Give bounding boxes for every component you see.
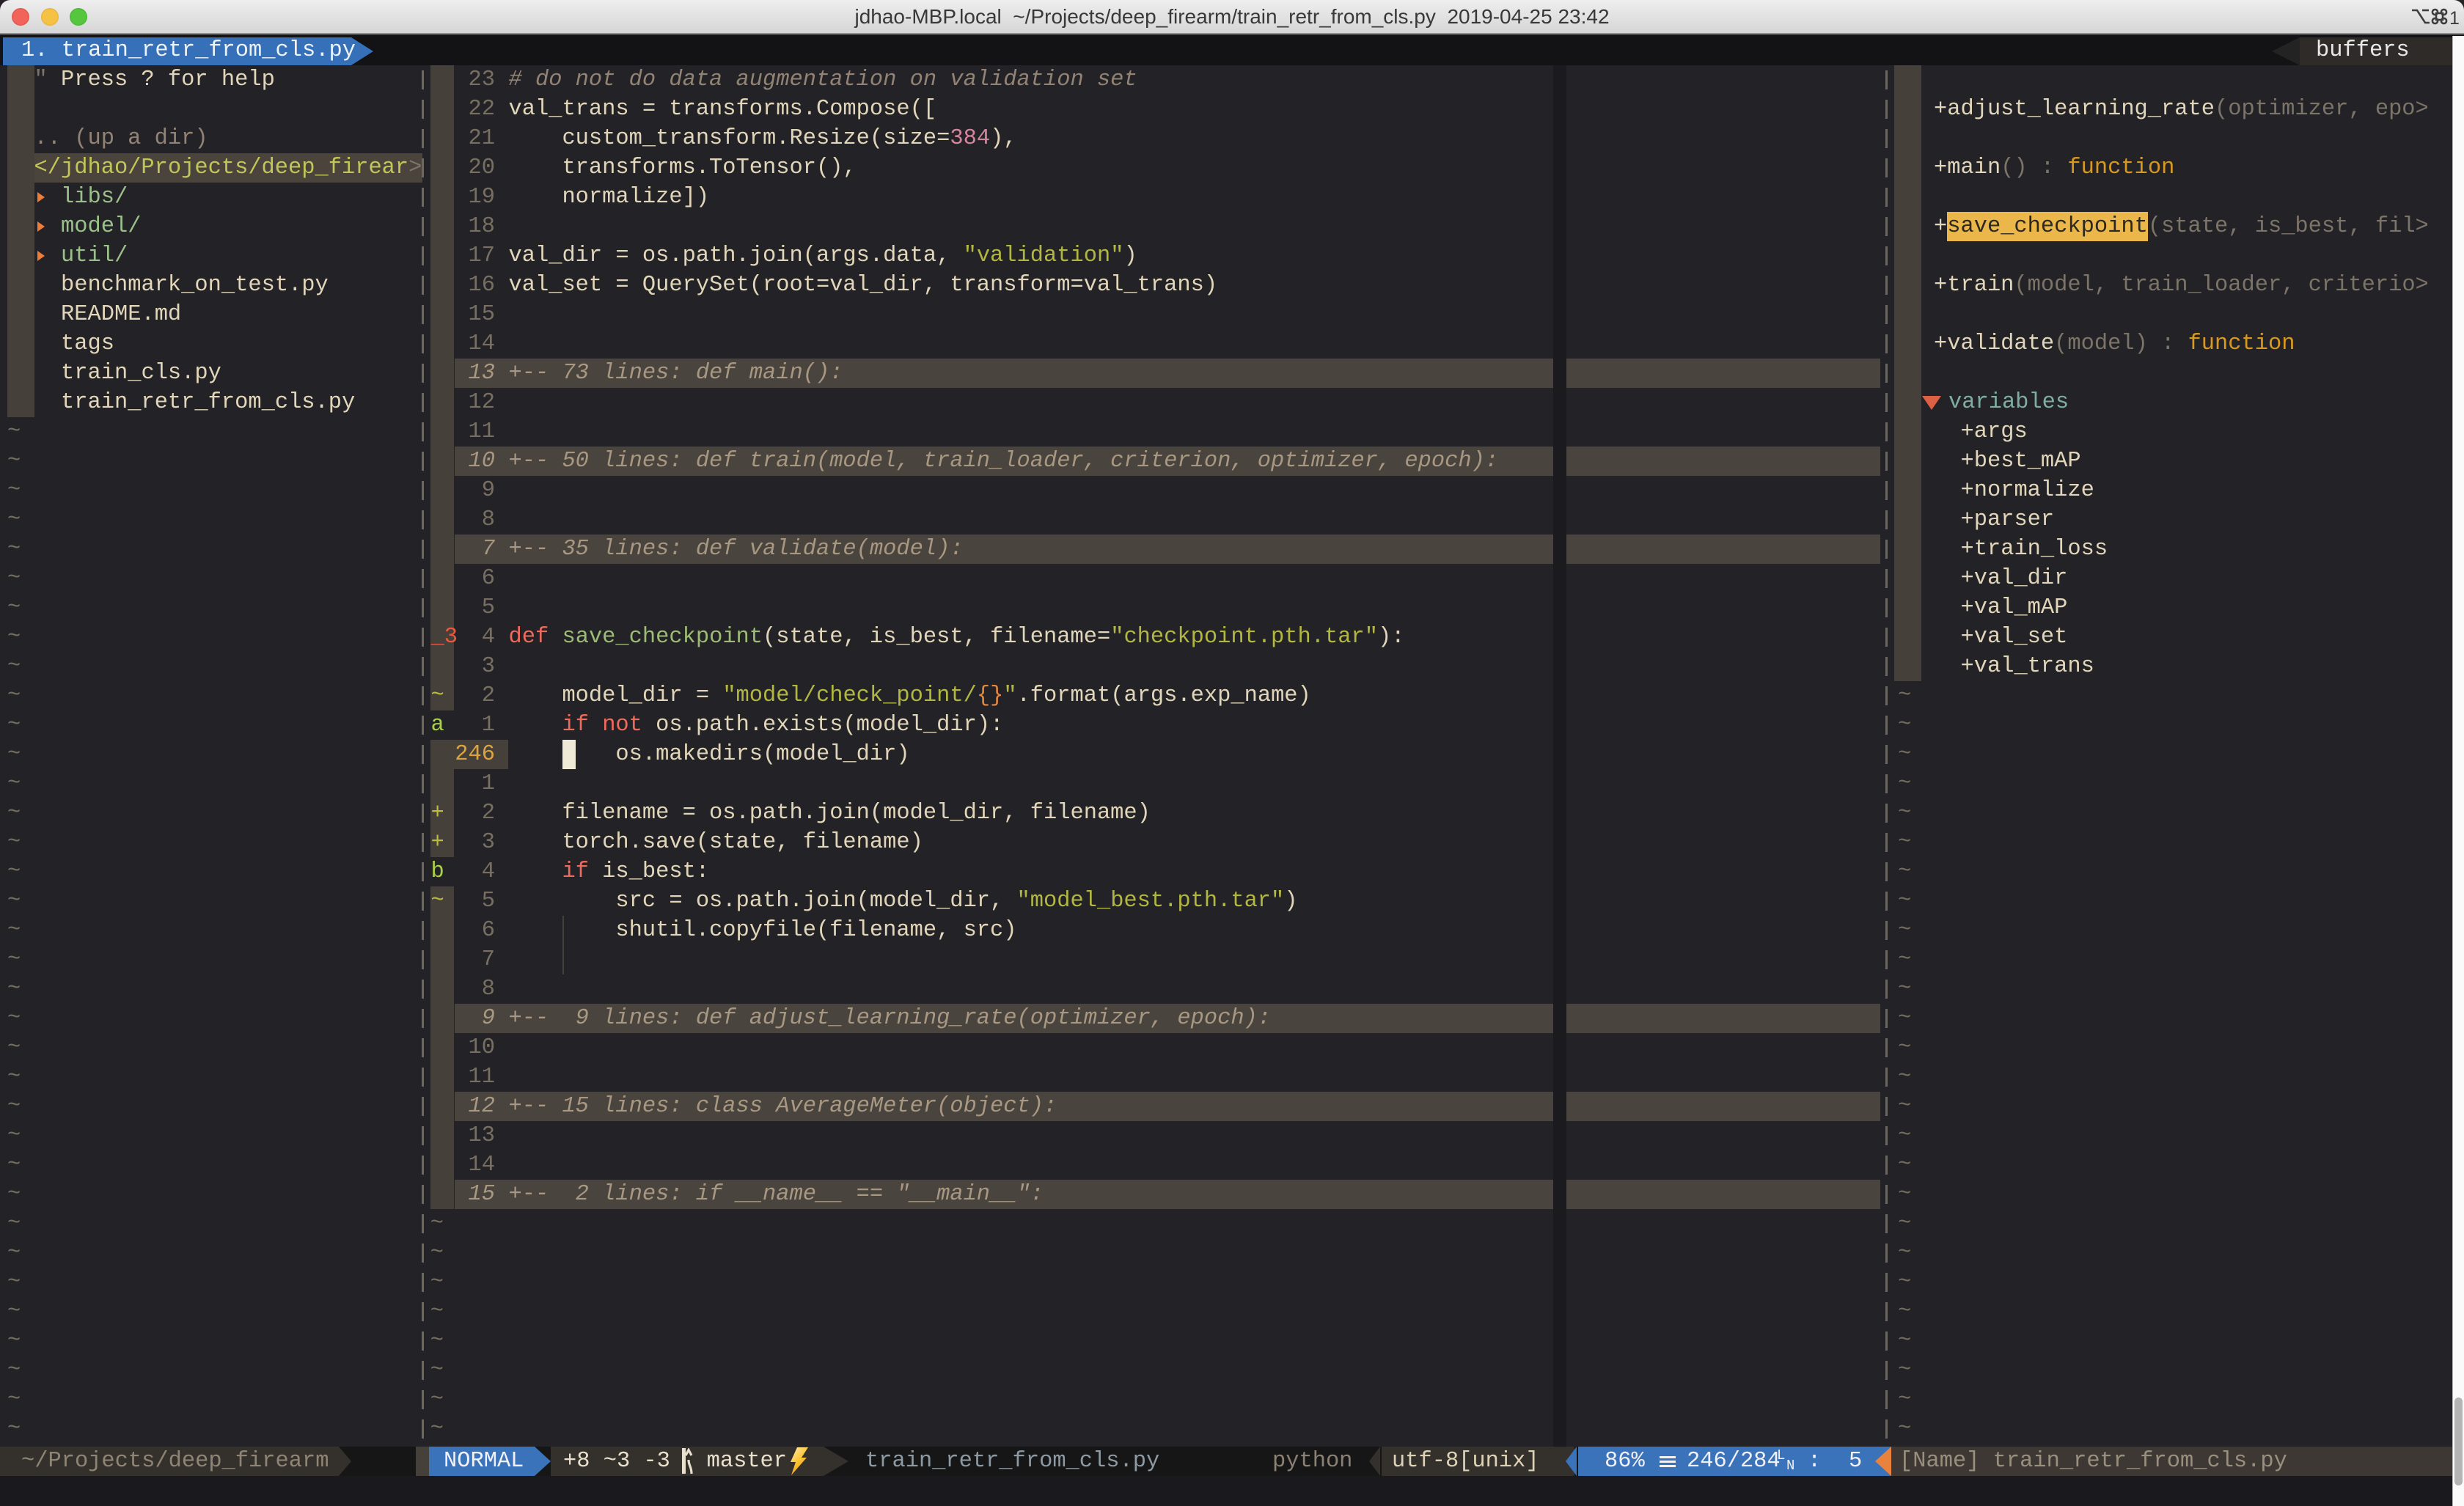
svg-text:1: 1 [2449, 8, 2460, 29]
